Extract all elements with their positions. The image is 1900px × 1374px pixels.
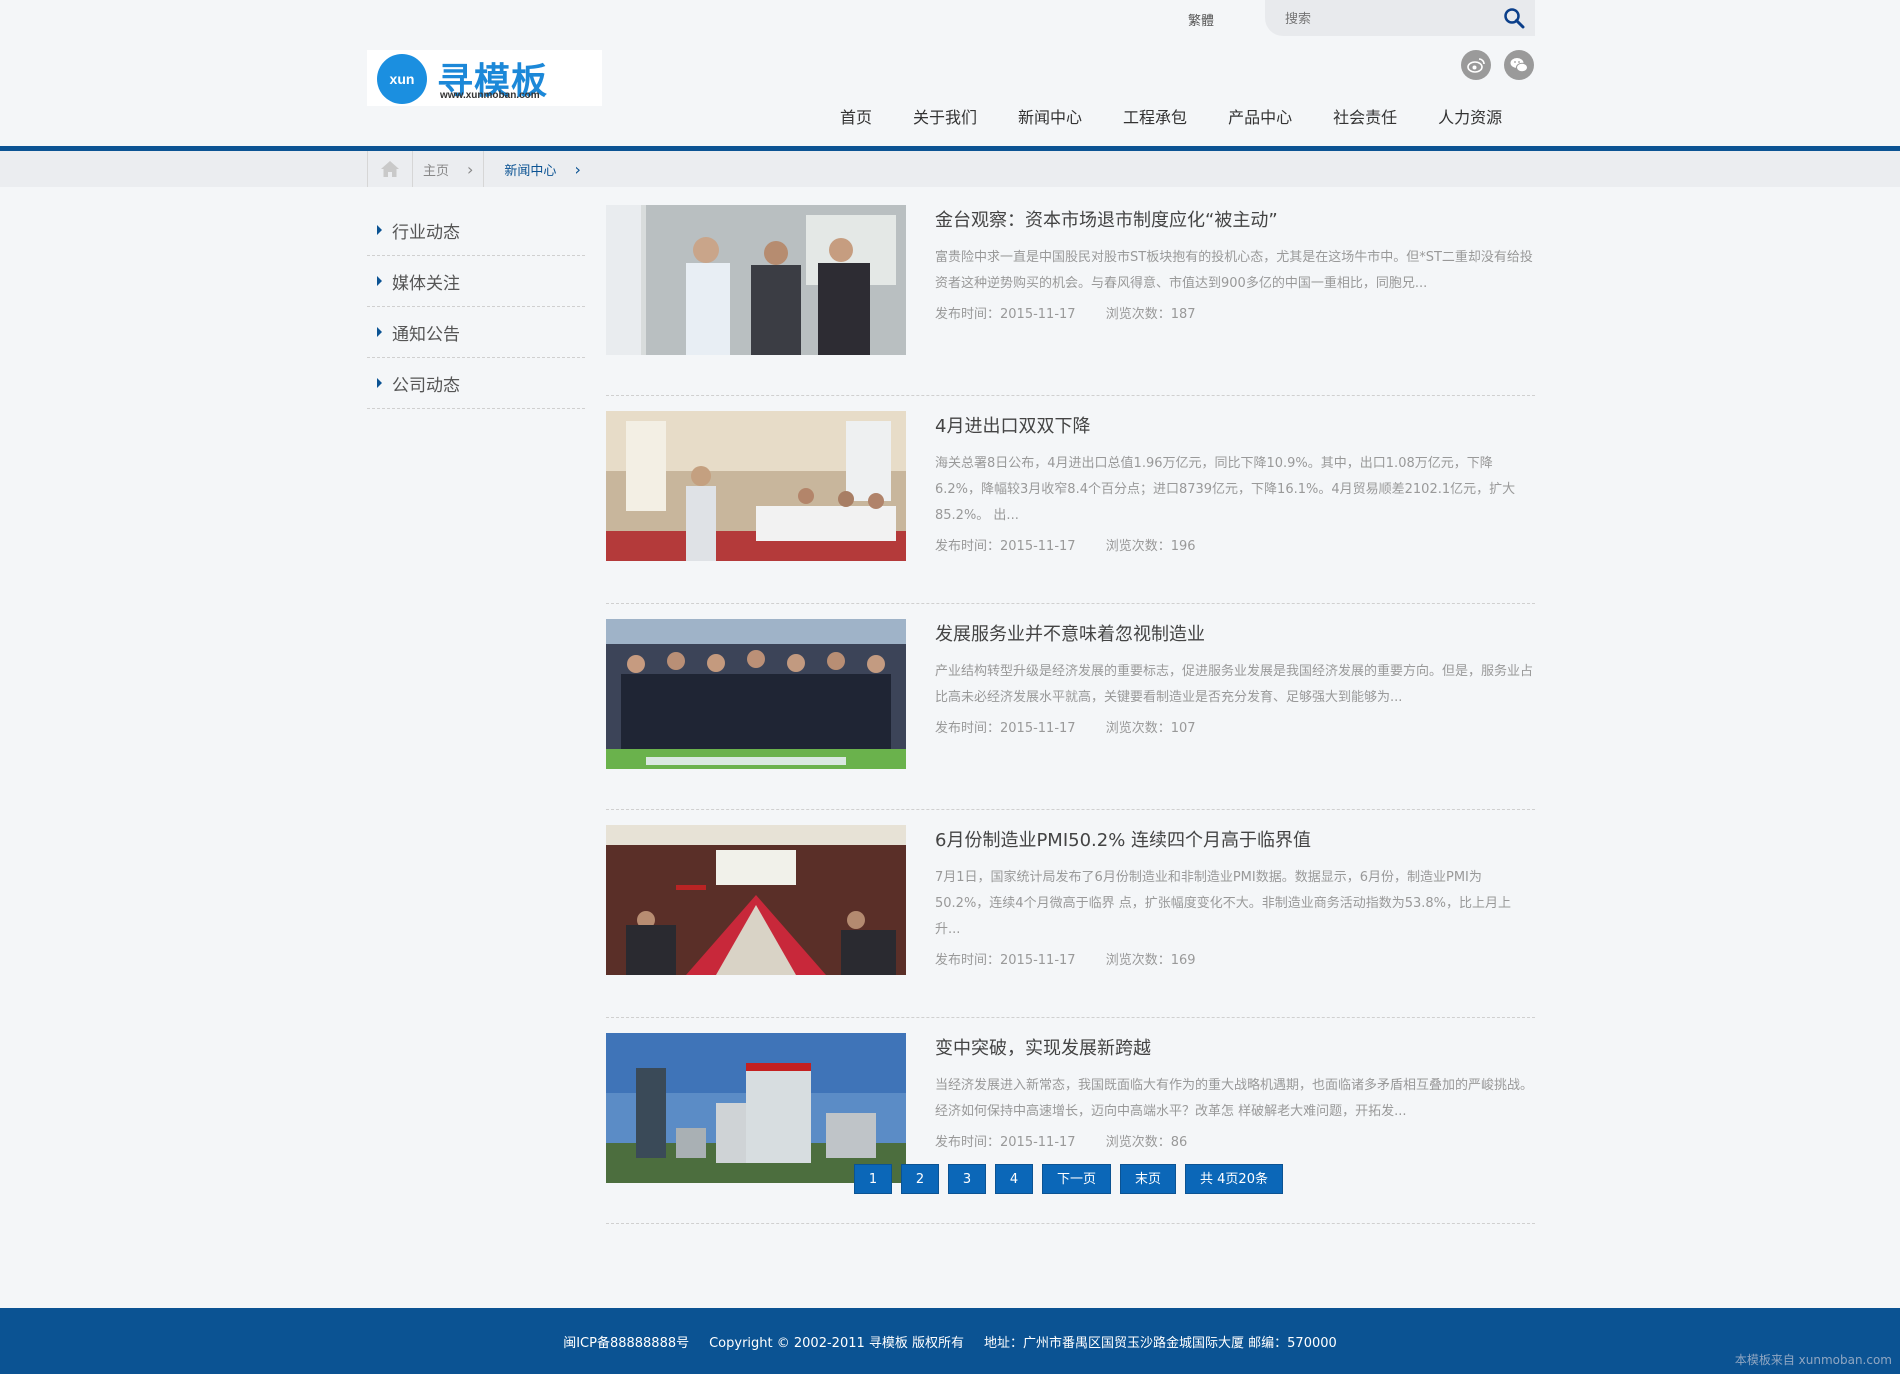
- news-thumbnail[interactable]: [606, 619, 906, 769]
- news-thumbnail[interactable]: [606, 1033, 906, 1183]
- news-meta: 发布时间：2015-11-17 浏览次数：169: [935, 949, 1535, 968]
- logo-url-text: www.xunmoban.com: [440, 90, 540, 101]
- news-item: 4月进出口双双下降 海关总署8日公布，4月进出口总值1.96万亿元，同比下降10…: [606, 411, 1535, 604]
- news-desc: 当经济发展进入新常态，我国既面临大有作为的重大战略机遇期，也面临诸多矛盾相互叠加…: [935, 1078, 1534, 1119]
- footer-copyright: Copyright © 2002-2011 寻模板 版权所有: [709, 1335, 965, 1351]
- footer: 闽ICP备88888888号 Copyright © 2002-2011 寻模板…: [0, 1308, 1900, 1374]
- sidebar-item-media[interactable]: 媒体关注: [367, 256, 585, 307]
- sidebar: 行业动态 媒体关注 通知公告 公司动态: [367, 205, 585, 409]
- news-title[interactable]: 发展服务业并不意味着忽视制造业: [935, 621, 1535, 649]
- sidebar-item-notice[interactable]: 通知公告: [367, 307, 585, 358]
- news-text: 变中突破，实现发展新跨越 当经济发展进入新常态，我国既面临大有作为的重大战略机遇…: [935, 1033, 1535, 1150]
- sidebar-item-industry[interactable]: 行业动态: [367, 205, 585, 256]
- search-box: [1265, 0, 1535, 36]
- sidebar-item-label: 行业动态: [392, 222, 460, 243]
- triangle-right-icon: [377, 378, 382, 388]
- breadcrumb-divider: [483, 151, 485, 187]
- chevron-right-icon: ›: [467, 159, 474, 179]
- news-item: 6月份制造业PMI50.2% 连续四个月高于临界值 7月1日，国家统计局发布了6…: [606, 825, 1535, 1018]
- footer-address: 地址：广州市番禺区国贸玉沙路金城国际大厦 邮编：570000: [984, 1335, 1337, 1351]
- language-switch[interactable]: 繁體: [1188, 10, 1214, 29]
- search-input[interactable]: [1285, 8, 1485, 30]
- nav-products[interactable]: 产品中心: [1228, 104, 1292, 128]
- nav-home[interactable]: 首页: [840, 104, 872, 128]
- news-date: 发布时间：2015-11-17: [935, 721, 1076, 736]
- footer-watermark: 本模板来自 xunmoban.com: [1734, 1353, 1892, 1367]
- news-desc: 富贵险中求一直是中国股民对股市ST板块抱有的投机心态，尤其是在这场牛市中。但*S…: [935, 250, 1533, 291]
- nav-hr[interactable]: 人力资源: [1438, 104, 1502, 128]
- news-views: 浏览次数：86: [1105, 1135, 1188, 1150]
- news-desc: 海关总署8日公布，4月进出口总值1.96万亿元，同比下降10.9%。其中，出口1…: [935, 456, 1516, 523]
- news-text: 发展服务业并不意味着忽视制造业 产业结构转型升级是经济发展的重要标志，促进服务业…: [935, 619, 1535, 736]
- next-page-button[interactable]: 下一页: [1042, 1164, 1112, 1194]
- page-total-info: 共 4页20条: [1185, 1164, 1283, 1194]
- news-date: 发布时间：2015-11-17: [935, 953, 1076, 968]
- news-item: 发展服务业并不意味着忽视制造业 产业结构转型升级是经济发展的重要标志，促进服务业…: [606, 619, 1535, 810]
- last-page-button[interactable]: 末页: [1120, 1164, 1177, 1194]
- sidebar-item-label: 公司动态: [392, 375, 460, 396]
- sidebar-item-company[interactable]: 公司动态: [367, 358, 585, 409]
- news-views: 浏览次数：169: [1105, 953, 1196, 968]
- news-title[interactable]: 6月份制造业PMI50.2% 连续四个月高于临界值: [935, 827, 1535, 855]
- page-2-button[interactable]: 2: [901, 1164, 939, 1194]
- news-text: 金台观察：资本市场退市制度应化“被主动” 富贵险中求一直是中国股民对股市ST板块…: [935, 205, 1535, 322]
- nav-engineering[interactable]: 工程承包: [1123, 104, 1187, 128]
- breadcrumb-current[interactable]: 新闻中心: [504, 160, 556, 179]
- sidebar-item-label: 媒体关注: [392, 273, 460, 294]
- breadcrumb: 主页 › 新闻中心 ›: [367, 151, 591, 187]
- triangle-right-icon: [377, 276, 382, 286]
- news-meta: 发布时间：2015-11-17 浏览次数：107: [935, 717, 1535, 736]
- main-nav: 首页 关于我们 新闻中心 工程承包 产品中心 社会责任 人力资源: [840, 104, 1543, 128]
- news-text: 4月进出口双双下降 海关总署8日公布，4月进出口总值1.96万亿元，同比下降10…: [935, 411, 1535, 554]
- page-4-button[interactable]: 4: [995, 1164, 1033, 1194]
- nav-social-responsibility[interactable]: 社会责任: [1333, 104, 1397, 128]
- news-list: 金台观察：资本市场退市制度应化“被主动” 富贵险中求一直是中国股民对股市ST板块…: [606, 205, 1535, 1224]
- pagination: 1 2 3 4 下一页 末页 共 4页20条: [854, 1164, 1292, 1194]
- news-thumbnail[interactable]: [606, 825, 906, 975]
- search-icon[interactable]: [1503, 7, 1525, 29]
- wechat-icon[interactable]: [1504, 50, 1534, 80]
- news-desc: 产业结构转型升级是经济发展的重要标志，促进服务业发展是我国经济发展的重要方向。但…: [935, 664, 1534, 705]
- chevron-right-icon: ›: [574, 159, 581, 179]
- page-1-button[interactable]: 1: [854, 1164, 892, 1194]
- site-logo[interactable]: xun 寻模板 www.xunmoban.com: [367, 50, 602, 106]
- triangle-right-icon: [377, 225, 382, 235]
- nav-about[interactable]: 关于我们: [913, 104, 977, 128]
- weibo-icon[interactable]: [1461, 50, 1491, 80]
- logo-badge: xun: [377, 54, 427, 104]
- triangle-right-icon: [377, 327, 382, 337]
- footer-icp[interactable]: 闽ICP备88888888号: [563, 1332, 689, 1351]
- breadcrumb-home[interactable]: 主页: [423, 160, 449, 179]
- news-views: 浏览次数：187: [1105, 307, 1196, 322]
- home-icon[interactable]: [367, 151, 413, 187]
- news-text: 6月份制造业PMI50.2% 连续四个月高于临界值 7月1日，国家统计局发布了6…: [935, 825, 1535, 968]
- news-meta: 发布时间：2015-11-17 浏览次数：196: [935, 535, 1535, 554]
- news-views: 浏览次数：196: [1105, 539, 1196, 554]
- footer-line: 闽ICP备88888888号 Copyright © 2002-2011 寻模板…: [0, 1308, 1900, 1374]
- news-views: 浏览次数：107: [1105, 721, 1196, 736]
- news-date: 发布时间：2015-11-17: [935, 1135, 1076, 1150]
- news-thumbnail[interactable]: [606, 411, 906, 561]
- page-3-button[interactable]: 3: [948, 1164, 986, 1194]
- header: 繁體 xun 寻模板 www.xunmoban.com 首页 关于我们 新闻中心…: [0, 0, 1900, 146]
- news-item: 变中突破，实现发展新跨越 当经济发展进入新常态，我国既面临大有作为的重大战略机遇…: [606, 1033, 1535, 1224]
- news-desc: 7月1日，国家统计局发布了6月份制造业和非制造业PMI数据。数据显示，6月份，制…: [935, 870, 1511, 937]
- news-title[interactable]: 变中突破，实现发展新跨越: [935, 1035, 1535, 1063]
- nav-news[interactable]: 新闻中心: [1018, 104, 1082, 128]
- news-item: 金台观察：资本市场退市制度应化“被主动” 富贵险中求一直是中国股民对股市ST板块…: [606, 205, 1535, 396]
- news-meta: 发布时间：2015-11-17 浏览次数：86: [935, 1131, 1535, 1150]
- news-title[interactable]: 金台观察：资本市场退市制度应化“被主动”: [935, 207, 1535, 235]
- news-meta: 发布时间：2015-11-17 浏览次数：187: [935, 303, 1535, 322]
- news-title[interactable]: 4月进出口双双下降: [935, 413, 1535, 441]
- breadcrumb-bar: [0, 151, 1900, 187]
- news-thumbnail[interactable]: [606, 205, 906, 355]
- news-date: 发布时间：2015-11-17: [935, 539, 1076, 554]
- news-date: 发布时间：2015-11-17: [935, 307, 1076, 322]
- sidebar-item-label: 通知公告: [392, 324, 460, 345]
